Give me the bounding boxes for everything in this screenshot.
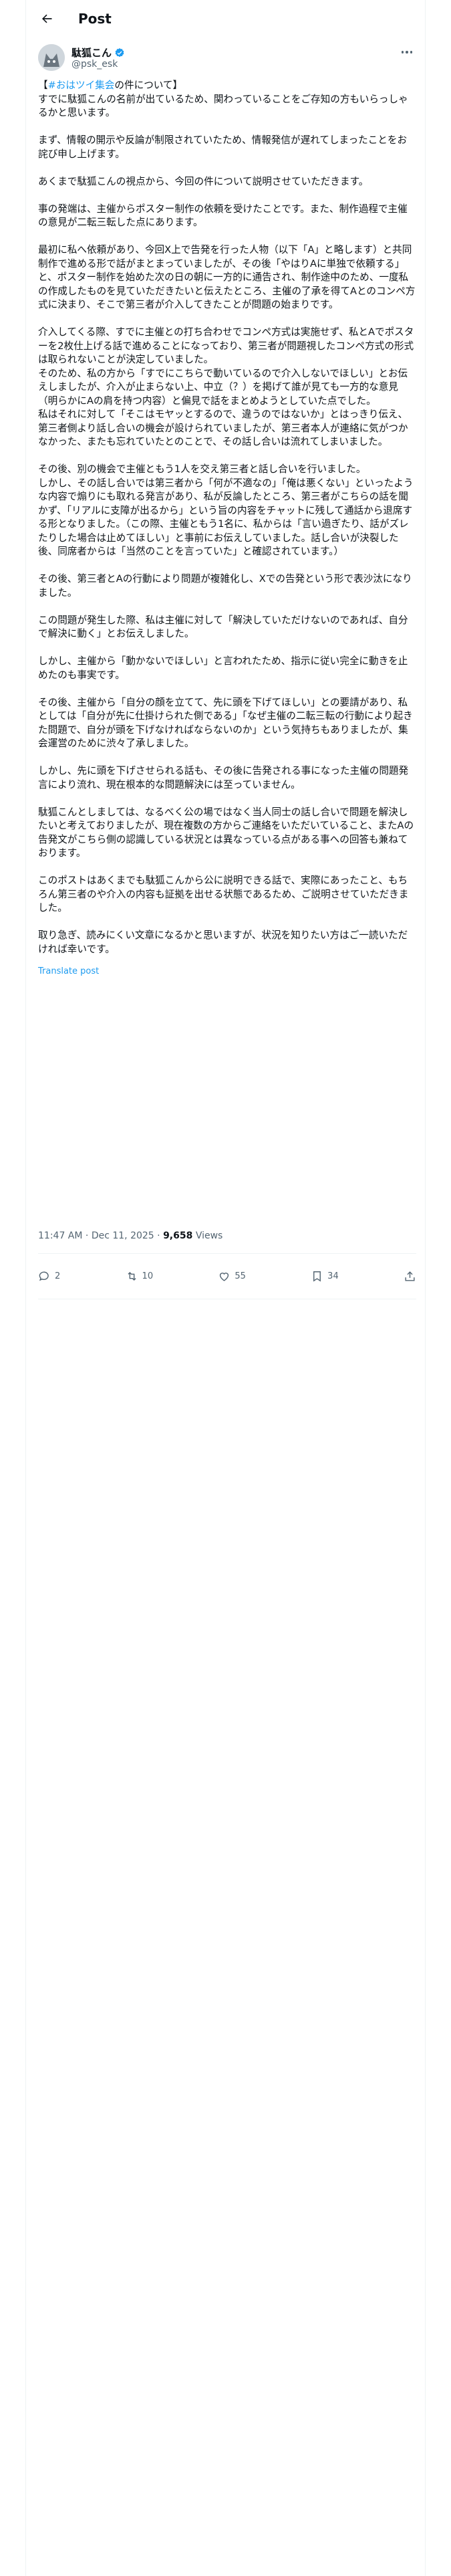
author-name[interactable]: 駄狐こん bbox=[71, 45, 112, 60]
reply-count: 2 bbox=[55, 1271, 61, 1281]
post-paragraph: その後、第三者とAの行動により問題が複雑化し、Xでの告発という形で表沙汰になりま… bbox=[38, 573, 412, 599]
views-label: Views bbox=[195, 1230, 223, 1241]
reply-button[interactable]: 2 bbox=[38, 1270, 60, 1283]
bookmark-icon bbox=[313, 1271, 321, 1282]
verified-badge-icon bbox=[115, 47, 124, 57]
author-handle[interactable]: @psk_esk bbox=[71, 59, 118, 70]
post-time[interactable]: 11:47 AM bbox=[38, 1230, 82, 1241]
post-paragraph: 【#おはツイ集会の件について】 すでに駄狐こんの名前が出ているため、関わっているこ… bbox=[38, 80, 408, 118]
repost-icon bbox=[128, 1271, 136, 1281]
post-paragraph: 事の発端は、主催からポスター制作の依頼を受けたことです。また、制作過程で主催の意… bbox=[38, 203, 408, 229]
post-paragraph: その後、主催から「自分の顔を立てて、先に頭を下げてほしい」との要請があり、私とし… bbox=[38, 696, 413, 750]
share-button[interactable] bbox=[404, 1270, 416, 1283]
repost-count: 10 bbox=[142, 1271, 154, 1281]
more-options-button[interactable] bbox=[398, 45, 416, 59]
post-paragraph: この問題が発生した際、私は主催に対して「解決していただけないのであれば、自分で解… bbox=[38, 614, 408, 640]
bookmark-count: 34 bbox=[327, 1271, 339, 1281]
post-body: 【#おはツイ集会の件について】 すでに駄狐こんの名前が出ているため、関わっているこ… bbox=[38, 79, 416, 976]
page-title: Post bbox=[78, 10, 112, 27]
post-meta: 11:47 AM · Dec 11, 2025 · 9,658 Views bbox=[38, 1230, 223, 1241]
share-icon bbox=[405, 1271, 415, 1281]
post-column: Post 駄狐こん @psk_esk 【#おはツイ集会の件について】 すでに駄狐こ… bbox=[25, 0, 426, 2576]
like-button[interactable]: 55 bbox=[218, 1270, 246, 1283]
post-paragraph: あくまで駄狐こんの視点から、今回の件について説明させていただきます。 bbox=[38, 175, 369, 187]
translate-post-link[interactable]: Translate post bbox=[38, 966, 416, 976]
action-bar: 2 10 55 34 bbox=[38, 1263, 416, 1289]
post-paragraph: その後、別の機会で主催ともう1人を交え第三者と話し合いを行いました。 しかし、その… bbox=[38, 463, 414, 557]
reply-icon bbox=[39, 1271, 49, 1281]
repost-button[interactable]: 10 bbox=[126, 1270, 154, 1283]
post-date[interactable]: Dec 11, 2025 bbox=[92, 1230, 154, 1241]
avatar[interactable] bbox=[38, 44, 65, 71]
hashtag-link[interactable]: #おはツイ集会 bbox=[48, 80, 115, 91]
arrow-left-icon bbox=[42, 14, 52, 23]
bookmark-button[interactable]: 34 bbox=[311, 1270, 339, 1283]
post-paragraph: 駄狐こんとしましては、なるべく公の場ではなく当人同士の話し合いで問題を解決したい… bbox=[38, 806, 414, 859]
post-paragraph: まず、情報の開示や反論が制限されていたため、情報発信が遅れてしまったことをお詫び… bbox=[38, 134, 408, 160]
author-name-row[interactable]: 駄狐こん bbox=[71, 45, 125, 60]
back-button[interactable] bbox=[35, 7, 58, 30]
post-paragraph: 介入してくる際、すでに主催との打ち合わせでコンペ方式は実施せず、私とAでポスター… bbox=[38, 326, 414, 447]
post-paragraph: 最初に私へ依頼があり、今回X上で告発を行った人物（以下「A」と略します）と共同制… bbox=[38, 244, 416, 310]
more-dots-icon bbox=[401, 51, 404, 53]
post-paragraph: しかし、主催から「動かないでほしい」と言われたため、指示に従い完全に動きを止めた… bbox=[38, 655, 408, 681]
view-count: 9,658 bbox=[163, 1230, 193, 1241]
top-bar: Post bbox=[26, 0, 426, 37]
heart-icon bbox=[220, 1272, 229, 1281]
post-text: 【#おはツイ集会の件について】 すでに駄狐こんの名前が出ているため、関わっているこ… bbox=[38, 79, 416, 956]
divider bbox=[38, 1253, 416, 1254]
post-paragraph: しかし、先に頭を下げさせられる話も、その後に告発される事になった主催の問題発言に… bbox=[38, 765, 409, 790]
author-header: 駄狐こん @psk_esk bbox=[38, 44, 416, 72]
post-paragraph: このポストはあくまでも駄狐こんから公に説明できる話で、実際にあったこと、もちろん… bbox=[38, 875, 409, 914]
post-paragraph: 取り急ぎ、読みにくい文章になるかと思いますが、状況を知りたい方はご一読いただけれ… bbox=[38, 930, 408, 955]
like-count: 55 bbox=[235, 1271, 246, 1281]
